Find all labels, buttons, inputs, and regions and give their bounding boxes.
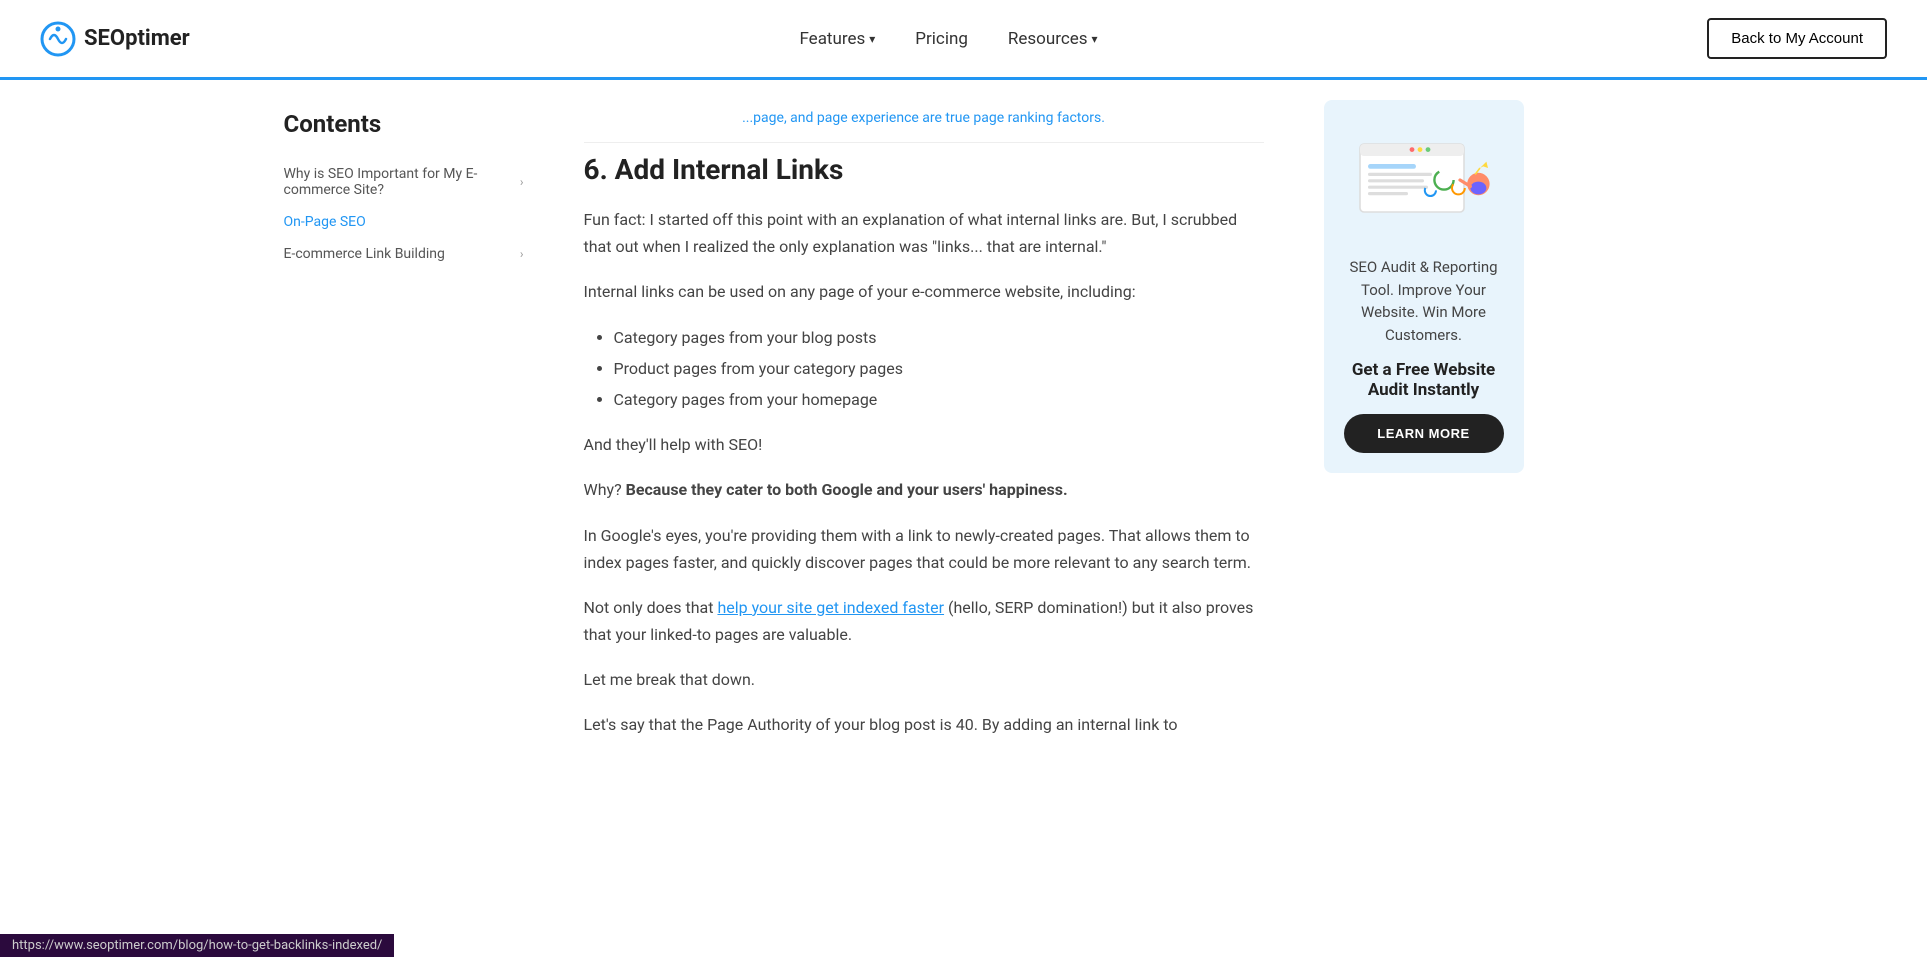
- right-sidebar: SEO Audit & Reporting Tool. Improve Your…: [1304, 80, 1524, 777]
- nav-pricing[interactable]: Pricing: [915, 29, 968, 49]
- paragraph-6: Not only does that help your site get in…: [584, 594, 1264, 648]
- audit-card: SEO Audit & Reporting Tool. Improve Your…: [1324, 100, 1524, 473]
- paragraph-1: Fun fact: I started off this point with …: [584, 206, 1264, 260]
- list-item: Category pages from your blog posts: [614, 324, 1264, 351]
- partial-top-text: ...page, and page experience are true pa…: [584, 100, 1264, 143]
- main-content: ...page, and page experience are true pa…: [544, 80, 1304, 777]
- learn-more-button[interactable]: LEARN MORE: [1344, 414, 1504, 453]
- status-url: https://www.seoptimer.com/blog/how-to-ge…: [12, 938, 382, 953]
- logo-text: SEOptimer: [84, 26, 190, 51]
- sidebar-item-ecommerce-link-building[interactable]: E-commerce Link Building ›: [284, 238, 524, 270]
- chevron-right-icon: ›: [520, 175, 524, 189]
- section-heading: 6. Add Internal Links: [584, 153, 1264, 186]
- chevron-down-icon: ▾: [1092, 32, 1098, 46]
- back-to-account-button[interactable]: Back to My Account: [1707, 18, 1887, 59]
- paragraph-4: Why? Because they cater to both Google a…: [584, 476, 1264, 503]
- sidebar-item-why-seo[interactable]: Why is SEO Important for My E-commerce S…: [284, 158, 524, 206]
- page-body: Contents Why is SEO Important for My E-c…: [264, 80, 1664, 777]
- paragraph-8: Let's say that the Page Authority of you…: [584, 711, 1264, 738]
- paragraph-7: Let me break that down.: [584, 666, 1264, 693]
- audit-illustration: [1344, 120, 1504, 240]
- logo-icon: [40, 21, 76, 57]
- paragraph-2: Internal links can be used on any page o…: [584, 278, 1264, 305]
- chevron-right-icon: ›: [520, 247, 524, 261]
- contents-title: Contents: [284, 110, 524, 138]
- chevron-down-icon: ▾: [869, 32, 875, 46]
- logo[interactable]: SEOptimer: [40, 21, 190, 57]
- paragraph-3: And they'll help with SEO!: [584, 431, 1264, 458]
- nav-resources[interactable]: Resources ▾: [1008, 29, 1098, 49]
- status-bar: https://www.seoptimer.com/blog/how-to-ge…: [0, 934, 394, 957]
- list-item: Product pages from your category pages: [614, 355, 1264, 382]
- bold-phrase: Because they cater to both Google and yo…: [626, 480, 1068, 499]
- list-item: Category pages from your homepage: [614, 386, 1264, 413]
- contents-sidebar: Contents Why is SEO Important for My E-c…: [284, 80, 544, 777]
- header: SEOptimer Features ▾ Pricing Resources ▾…: [0, 0, 1927, 80]
- indexed-faster-link[interactable]: help your site get indexed faster: [717, 598, 944, 617]
- internal-links-list: Category pages from your blog posts Prod…: [584, 324, 1264, 414]
- nav-features[interactable]: Features ▾: [799, 29, 875, 49]
- paragraph-5: In Google's eyes, you're providing them …: [584, 522, 1264, 576]
- audit-description: SEO Audit & Reporting Tool. Improve Your…: [1344, 256, 1504, 346]
- main-nav: Features ▾ Pricing Resources ▾: [799, 29, 1097, 49]
- audit-cta-title: Get a Free Website Audit Instantly: [1344, 360, 1504, 400]
- sidebar-item-onpage-seo[interactable]: On-Page SEO: [284, 206, 524, 238]
